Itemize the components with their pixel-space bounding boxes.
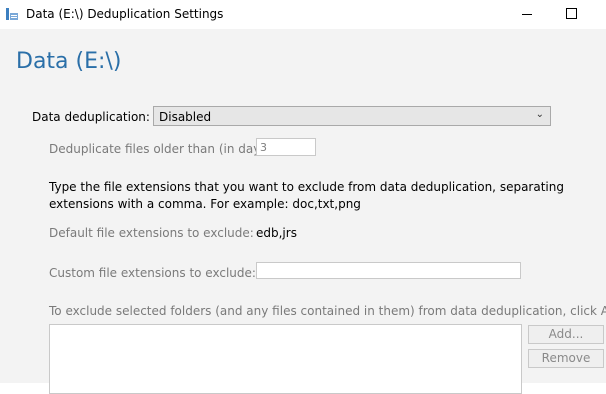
custom-ext-label: Custom file extensions to exclude: (49, 266, 256, 280)
remove-folder-button[interactable]: Remove (528, 349, 604, 368)
maximize-button[interactable] (550, 0, 596, 29)
server-manager-icon (5, 7, 19, 21)
age-days-value: 3 (260, 141, 267, 154)
dedup-mode-value: Disabled (159, 110, 212, 124)
dedup-mode-select[interactable]: Disabled ⌄ (153, 106, 551, 126)
page-title: Data (E:\) (16, 49, 122, 74)
title-bar: Data (E:\) Deduplication Settings (0, 0, 606, 29)
exclude-instructions: Type the file extensions that you want t… (49, 180, 564, 211)
excluded-folders-list[interactable] (49, 324, 522, 394)
dedup-label: Data deduplication: (32, 110, 150, 124)
minimize-button[interactable] (504, 0, 550, 29)
custom-ext-input[interactable] (256, 262, 521, 279)
settings-content: Data (E:\) Data deduplication: Disabled … (0, 29, 606, 394)
chevron-down-icon: ⌄ (535, 109, 544, 120)
age-label: Deduplicate files older than (in days): (49, 142, 276, 156)
default-ext-value: edb,jrs (256, 226, 297, 240)
add-folder-button[interactable]: Add... (528, 325, 604, 344)
age-days-input[interactable]: 3 (256, 138, 316, 156)
folders-instruction: To exclude selected folders (and any fil… (49, 304, 606, 318)
default-ext-label: Default file extensions to exclude: (49, 226, 254, 240)
window-title: Data (E:\) Deduplication Settings (26, 7, 224, 21)
